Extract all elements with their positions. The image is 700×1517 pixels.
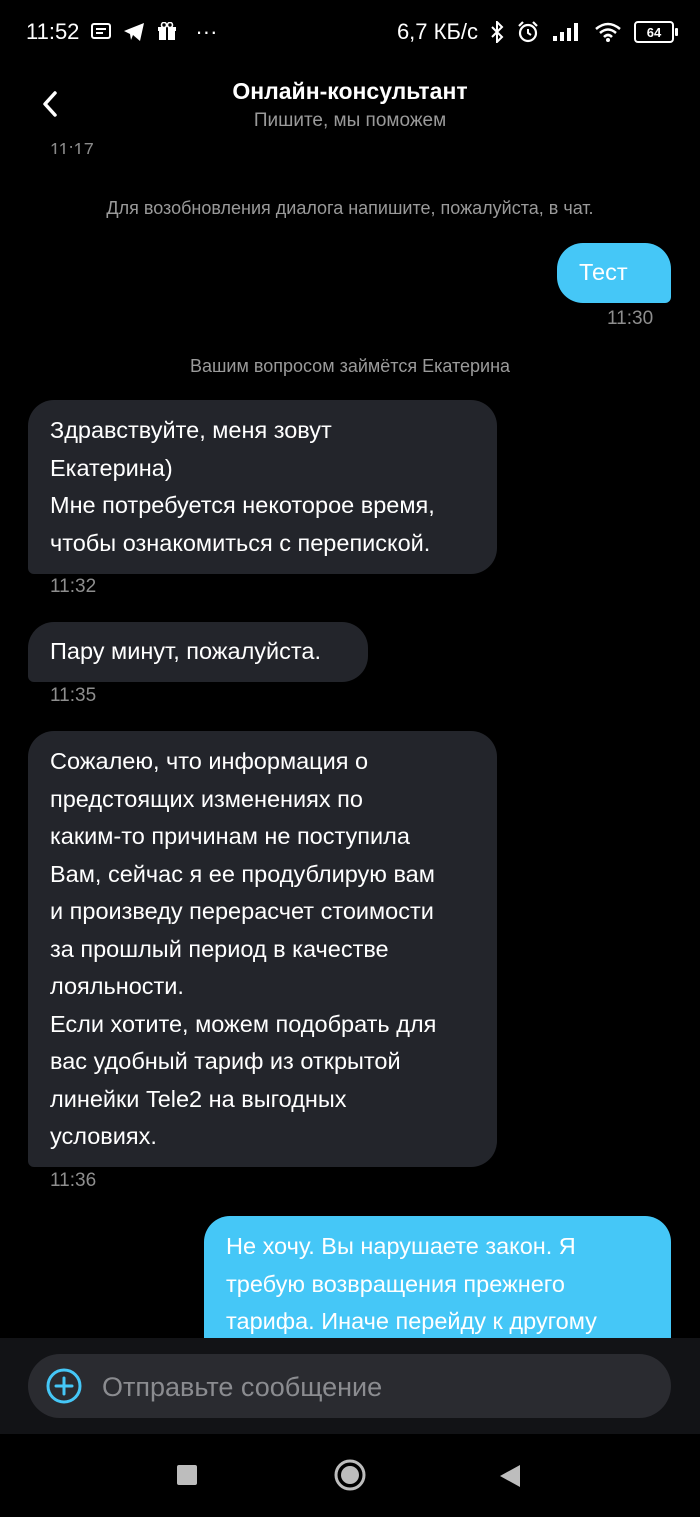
incoming-message[interactable]: Сожалею, что информация о предстоящих из… <box>28 731 497 1167</box>
message-line: за прошлый период в качестве <box>50 935 389 962</box>
system-nav-bar <box>0 1434 700 1517</box>
message-line: тарифа. Иначе перейду к другому <box>226 1308 597 1334</box>
status-time: 11:52 <box>26 19 80 44</box>
system-message: Для возобновления диалога напишите, пожа… <box>106 198 594 218</box>
incoming-message[interactable]: Здравствуйте, меня зовут Екатерина) Мне … <box>28 400 497 574</box>
attach-plus-icon[interactable] <box>46 1368 82 1404</box>
message-time: 11:36 <box>50 1170 97 1191</box>
home-button[interactable] <box>333 1458 367 1497</box>
page-title: Онлайн-консультант <box>232 78 468 104</box>
status-right: 6,7 КБ/с 64 <box>396 19 678 45</box>
battery-icon: 64 <box>634 21 678 43</box>
triangle-back-icon <box>500 1465 520 1487</box>
status-left: 11:52 ··· <box>26 19 217 45</box>
page-subtitle: Пишите, мы поможем <box>253 110 447 131</box>
message-line: Если хотите, можем подобрать для <box>50 1010 437 1037</box>
outgoing-message[interactable]: Тест <box>557 243 671 303</box>
composer-bar <box>0 1338 700 1434</box>
message-line: Мне потребуется некоторое время, <box>50 492 435 518</box>
message-line: требую возвращения прежнего <box>226 1270 565 1297</box>
system-message: Вашим вопросом займётся Екатерина <box>189 356 511 376</box>
message-input[interactable] <box>100 1354 654 1420</box>
message-icon <box>91 23 112 41</box>
incoming-message[interactable]: Пару минут, пожалуйста. <box>28 622 368 682</box>
more-notifications-icon: ··· <box>195 19 218 44</box>
message-line: каким-то причинам не поступила <box>50 823 410 849</box>
alarm-icon <box>516 20 540 44</box>
message-line: и произведу перерасчет стоимости <box>50 898 434 924</box>
bluetooth-icon <box>490 21 504 43</box>
gift-icon <box>157 22 177 42</box>
outgoing-message[interactable]: Не хочу. Вы нарушаете закон. Я требую во… <box>204 1216 671 1338</box>
recents-button[interactable] <box>176 1464 198 1491</box>
message-line: Вам, сейчас я ее продублирую вам <box>50 860 435 887</box>
message-input-container[interactable] <box>28 1354 671 1420</box>
message-line: Здравствуйте, меня зовут <box>50 417 332 443</box>
message-time: 11:32 <box>50 576 97 597</box>
message-line: Екатерина) <box>50 454 173 481</box>
message-line: условиях. <box>50 1123 157 1149</box>
message-line: Не хочу. Вы нарушаете закон. Я <box>226 1233 576 1259</box>
message-time: 11:30 <box>607 308 654 329</box>
message-time: 11:17 <box>50 140 94 154</box>
message-line: Пару минут, пожалуйста. <box>50 638 322 664</box>
network-speed: 6,7 КБ/с <box>396 19 478 44</box>
message-list[interactable]: 11:17 Для возобновления диалога напишите… <box>0 140 700 1338</box>
message-line: чтобы ознакомиться с перепиской. <box>50 529 431 556</box>
telegram-icon <box>123 22 145 42</box>
message-line: линейки Tele2 на выгодных <box>50 1085 347 1112</box>
message-line: Сожалею, что информация о <box>50 748 369 774</box>
wifi-icon <box>594 21 622 43</box>
signal-icon <box>552 22 582 42</box>
message-time: 11:35 <box>50 685 97 706</box>
message-line: вас удобный тариф из открытой <box>50 1048 401 1074</box>
message-text: Тест <box>579 259 628 285</box>
message-line: предстоящих изменениях по <box>50 785 363 812</box>
square-icon <box>177 1465 197 1485</box>
back-nav-button[interactable] <box>498 1463 522 1494</box>
circle-icon <box>334 1459 366 1491</box>
message-line: лояльности. <box>50 973 184 999</box>
status-bar: 11:52 ··· 6,7 КБ/с 64 <box>0 0 700 64</box>
chat-header: Онлайн-консультант Пишите, мы поможем <box>0 64 700 150</box>
